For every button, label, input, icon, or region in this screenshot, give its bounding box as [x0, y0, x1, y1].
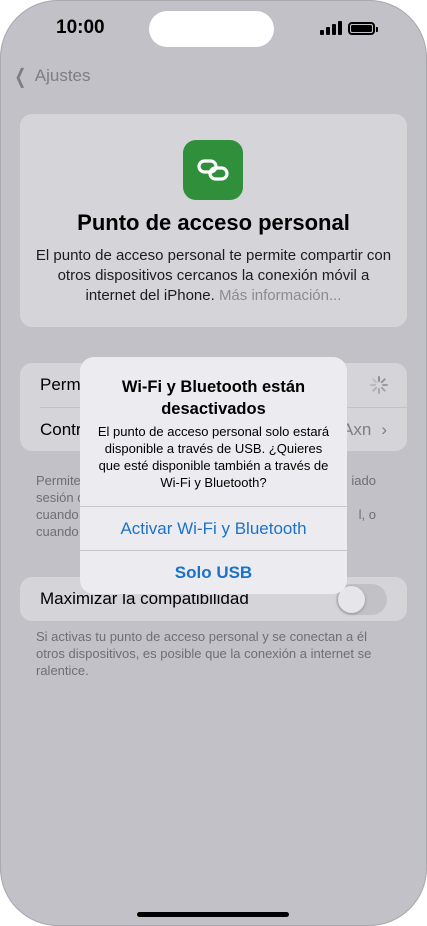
status-bar: 10:00	[0, 0, 427, 58]
battery-icon	[348, 22, 378, 35]
compatibility-footnote: Si activas tu punto de acceso personal y…	[36, 629, 372, 678]
row-label: Contr	[40, 419, 82, 439]
wifi-bluetooth-alert: Wi-Fi y Bluetooth están desactivados El …	[80, 357, 347, 594]
status-time: 10:00	[56, 17, 105, 38]
footnote-fragment: iado	[351, 473, 376, 488]
dynamic-island	[149, 11, 274, 47]
phone-screen: 10:00 ❮ Ajustes Punto de acceso personal	[0, 0, 427, 926]
footnote-fragment: cuando	[36, 524, 79, 539]
chevron-left-icon: ❮	[14, 65, 27, 88]
enable-wifi-bluetooth-button[interactable]: Activar Wi-Fi y Bluetooth	[80, 506, 347, 550]
alert-message: El punto de acceso personal solo estará …	[97, 424, 330, 490]
footnote-fragment: cuando	[36, 507, 79, 522]
link-chain-icon	[183, 140, 243, 200]
chevron-right-icon: ›	[381, 419, 387, 439]
back-label: Ajustes	[34, 66, 91, 85]
loading-spinner-icon	[370, 376, 388, 394]
status-icons	[320, 21, 378, 35]
cellular-signal-icon	[320, 21, 342, 35]
hero-description: El punto de acceso personal te permite c…	[34, 246, 393, 306]
back-button[interactable]: ❮ Ajustes	[12, 64, 91, 88]
footnote-fragment: sesión c	[36, 490, 84, 505]
more-info-link[interactable]: Más información...	[219, 287, 342, 304]
footnote-fragment: Permite	[36, 473, 81, 488]
home-indicator[interactable]	[137, 912, 289, 917]
page-title: Punto de acceso personal	[77, 210, 350, 235]
row-value: Axn ›	[342, 420, 387, 440]
row-label: Perm	[40, 375, 81, 394]
footnote-fragment: l, o	[358, 507, 376, 522]
alert-title: Wi-Fi y Bluetooth están desactivados	[121, 378, 306, 418]
hotspot-hero-card: Punto de acceso personal El punto de acc…	[20, 114, 407, 327]
usb-only-button[interactable]: Solo USB	[80, 550, 347, 594]
